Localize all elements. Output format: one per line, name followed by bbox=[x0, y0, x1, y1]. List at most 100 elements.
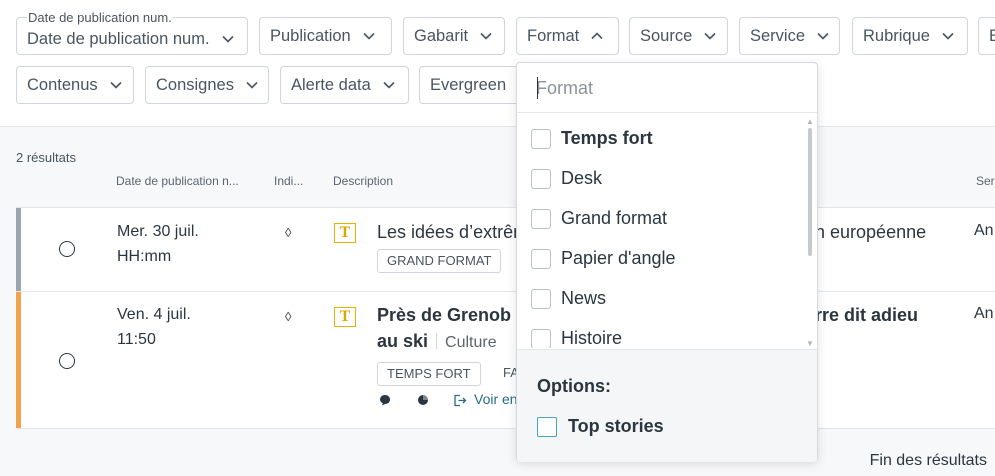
filter-rubrique[interactable]: Rubrique bbox=[852, 17, 968, 55]
row-date-time: HH:mm bbox=[117, 248, 172, 265]
filter-bar: Date de publication num. Date de publica… bbox=[0, 0, 995, 127]
results-count: 2 résultats bbox=[16, 150, 76, 165]
chevron-down-icon bbox=[383, 79, 395, 91]
filter-publication-label: Publication bbox=[270, 26, 351, 45]
filter-source-label: Source bbox=[640, 26, 693, 45]
comment-icon bbox=[380, 395, 390, 406]
filter-rubrique-label: Rubrique bbox=[863, 26, 930, 45]
row-rubrique: Culture bbox=[445, 334, 497, 351]
format-option-papier-dangle[interactable]: Papier d'angle bbox=[531, 248, 676, 269]
chevron-down-icon bbox=[480, 30, 492, 42]
format-option-histoire[interactable]: Histoire bbox=[531, 328, 622, 348]
option-label: Histoire bbox=[561, 328, 623, 348]
row-date-time: 11:50 bbox=[117, 331, 156, 348]
text-caret bbox=[537, 77, 538, 99]
chevron-down-icon bbox=[221, 33, 234, 45]
scroll-up-icon[interactable]: ▲ bbox=[806, 118, 814, 126]
option-label: News bbox=[561, 288, 607, 308]
row-title[interactable]: Près de Grenob bbox=[377, 305, 511, 326]
row-status-stripe bbox=[16, 208, 21, 292]
format-search bbox=[517, 63, 817, 113]
format-option-list: Temps fort Desk Grand format Papier d'an… bbox=[517, 114, 817, 348]
checkbox[interactable] bbox=[531, 128, 551, 149]
open-external-icon[interactable] bbox=[453, 394, 467, 407]
filter-contenus-label: Contenus bbox=[27, 75, 98, 94]
table-row[interactable]: Mer. 30 juil. HH:mm ◊ T Les idées d’extr… bbox=[16, 207, 995, 292]
filter-evergreen-label: Evergreen bbox=[430, 75, 507, 94]
options-section: Options: Top stories bbox=[517, 349, 817, 462]
option-label: Papier d'angle bbox=[561, 248, 676, 268]
filter-contenus[interactable]: Contenus bbox=[16, 66, 134, 104]
format-option-temps-fort[interactable]: Temps fort bbox=[531, 128, 653, 149]
scroll-down-icon[interactable]: ▼ bbox=[806, 340, 814, 348]
format-option-grand-format[interactable]: Grand format bbox=[531, 208, 667, 229]
row-select-radio[interactable] bbox=[59, 241, 75, 257]
row-date-day: Mer. 30 juil. bbox=[117, 223, 199, 240]
top-stories-option[interactable]: Top stories bbox=[537, 416, 664, 437]
text-type-icon: T bbox=[334, 307, 356, 327]
filter-consignes-label: Consignes bbox=[156, 75, 234, 94]
indicator-diamond-icon: ◊ bbox=[285, 225, 292, 240]
filter-date-publication-label: Date de publication num. bbox=[27, 29, 210, 48]
format-tag: TEMPS FORT bbox=[377, 362, 481, 386]
column-header-date[interactable]: Date de publication n... bbox=[116, 174, 239, 188]
chevron-down-icon bbox=[942, 30, 954, 42]
row-title-line2[interactable]: au ski Culture bbox=[377, 331, 497, 352]
results-area: 2 résultats Date de publication n... Ind… bbox=[0, 127, 995, 476]
checkbox[interactable] bbox=[531, 168, 551, 189]
row-title[interactable]: Les idées d’extrêm bbox=[377, 222, 528, 243]
row-title-continued: au ski bbox=[377, 331, 429, 351]
filter-alerte-data-label: Alerte data bbox=[291, 75, 371, 94]
floating-label: Date de publication num. bbox=[27, 10, 173, 25]
chevron-down-icon bbox=[246, 79, 258, 91]
separator bbox=[436, 333, 438, 349]
row-status-stripe bbox=[16, 292, 21, 428]
voir-link[interactable]: Voir en bbox=[474, 391, 518, 407]
row-service: An bbox=[974, 305, 994, 322]
row-select-radio[interactable] bbox=[59, 353, 75, 369]
row-title-overflow[interactable]: erre dit adieu bbox=[805, 305, 918, 326]
chevron-up-icon bbox=[591, 30, 603, 42]
format-option-desk[interactable]: Desk bbox=[531, 168, 602, 189]
checkbox[interactable] bbox=[531, 208, 551, 229]
row-service: An bbox=[974, 222, 994, 239]
filter-evergreen[interactable]: Evergreen bbox=[419, 66, 519, 104]
filter-source[interactable]: Source bbox=[629, 17, 728, 55]
row-date: Mer. 30 juil. HH:mm bbox=[117, 219, 199, 269]
format-search-input[interactable] bbox=[536, 76, 796, 100]
end-of-results: Fin des résultats bbox=[869, 452, 987, 469]
filter-more[interactable]: E bbox=[978, 17, 995, 55]
chevron-down-icon bbox=[110, 79, 122, 91]
column-header-indic[interactable]: Indi... bbox=[274, 174, 303, 188]
filter-consignes[interactable]: Consignes bbox=[145, 66, 269, 104]
filter-gabarit[interactable]: Gabarit bbox=[403, 17, 505, 55]
scroll-thumb[interactable] bbox=[808, 128, 812, 256]
checkbox[interactable] bbox=[531, 248, 551, 269]
row-date-day: Ven. 4 juil. bbox=[117, 306, 191, 323]
checkbox[interactable] bbox=[531, 328, 551, 348]
option-label: Desk bbox=[561, 168, 603, 188]
filter-service[interactable]: Service bbox=[739, 17, 840, 55]
options-label: Options: bbox=[537, 376, 611, 396]
filter-alerte-data[interactable]: Alerte data bbox=[280, 66, 409, 104]
filter-format[interactable]: Format bbox=[516, 17, 619, 55]
row-title-overflow[interactable]: on européenne bbox=[805, 222, 926, 243]
checkbox[interactable] bbox=[537, 416, 557, 437]
filter-gabarit-label: Gabarit bbox=[414, 26, 469, 45]
text-type-icon: T bbox=[334, 223, 356, 243]
indicator-diamond-icon: ◊ bbox=[285, 309, 292, 324]
format-list-scrollbar[interactable]: ▲ ▼ bbox=[806, 118, 814, 348]
chevron-down-icon bbox=[704, 30, 716, 42]
chart-icon bbox=[418, 395, 428, 405]
filter-service-label: Service bbox=[750, 26, 806, 45]
option-label: Temps fort bbox=[561, 128, 653, 148]
column-header-service[interactable]: Ser bbox=[976, 174, 995, 188]
filter-publication[interactable]: Publication bbox=[259, 17, 392, 55]
chevron-down-icon bbox=[817, 30, 829, 42]
checkbox[interactable] bbox=[531, 288, 551, 309]
option-label: Grand format bbox=[561, 208, 668, 228]
column-header-description[interactable]: Description bbox=[333, 174, 393, 188]
row-date: Ven. 4 juil. 11:50 bbox=[117, 302, 191, 352]
format-option-news[interactable]: News bbox=[531, 288, 606, 309]
filter-more-label: E bbox=[989, 27, 995, 46]
